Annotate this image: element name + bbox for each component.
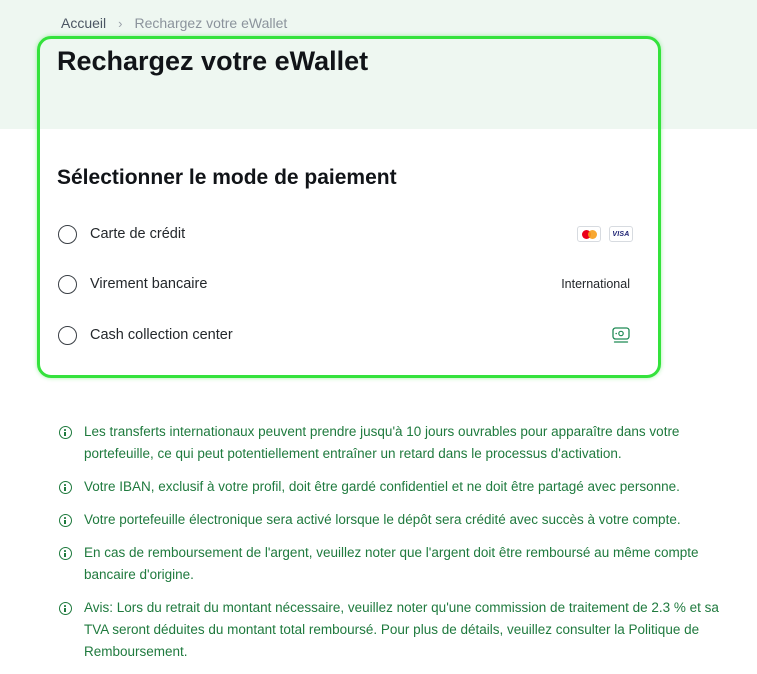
visa-label: VISA xyxy=(612,230,630,238)
info-note-text: En cas de remboursement de l'argent, veu… xyxy=(84,545,699,582)
international-label: International xyxy=(561,277,630,291)
info-note-text: Les transferts internationaux peuvent pr… xyxy=(84,424,680,461)
info-note: Les transferts internationaux peuvent pr… xyxy=(57,421,737,465)
info-note-text: Avis: Lors du retrait du montant nécessa… xyxy=(84,600,719,659)
info-icon xyxy=(59,481,72,494)
radio-credit-card[interactable] xyxy=(58,224,77,244)
breadcrumb-separator-icon: › xyxy=(118,15,123,31)
section-title: Sélectionner le mode de paiement xyxy=(57,166,397,189)
info-note: Avis: Lors du retrait du montant nécessa… xyxy=(57,597,737,663)
mastercard-icon xyxy=(577,226,601,242)
payment-option-credit-card[interactable]: Carte de crédit VISA xyxy=(57,221,633,247)
breadcrumb: Accueil › Rechargez votre eWallet xyxy=(61,15,287,31)
info-icon xyxy=(59,602,72,615)
breadcrumb-home-link[interactable]: Accueil xyxy=(61,15,106,31)
info-note: Votre portefeuille électronique sera act… xyxy=(57,509,737,531)
payment-option-bank-transfer[interactable]: Virement bancaire International xyxy=(57,271,633,297)
info-note: En cas de remboursement de l'argent, veu… xyxy=(57,542,737,586)
option-label: Cash collection center xyxy=(90,327,233,343)
card-brands: VISA xyxy=(569,226,633,242)
radio-bank-transfer[interactable] xyxy=(58,274,77,294)
info-icon xyxy=(59,547,72,560)
info-note: Votre IBAN, exclusif à votre profil, doi… xyxy=(57,476,737,498)
visa-icon: VISA xyxy=(609,226,633,242)
cash-icon xyxy=(612,326,630,343)
info-note-text: Votre portefeuille électronique sera act… xyxy=(84,512,681,527)
radio-cash-collection[interactable] xyxy=(58,325,77,345)
option-label: Virement bancaire xyxy=(90,276,208,292)
payment-option-cash-collection[interactable]: Cash collection center xyxy=(57,322,633,348)
info-notes-list: Les transferts internationaux peuvent pr… xyxy=(57,421,737,674)
page-title: Rechargez votre eWallet xyxy=(57,46,369,76)
info-note-text: Votre IBAN, exclusif à votre profil, doi… xyxy=(84,479,680,494)
info-icon xyxy=(59,514,72,527)
breadcrumb-current: Rechargez votre eWallet xyxy=(134,15,288,31)
option-label: Carte de crédit xyxy=(90,226,186,242)
info-icon xyxy=(59,426,72,439)
